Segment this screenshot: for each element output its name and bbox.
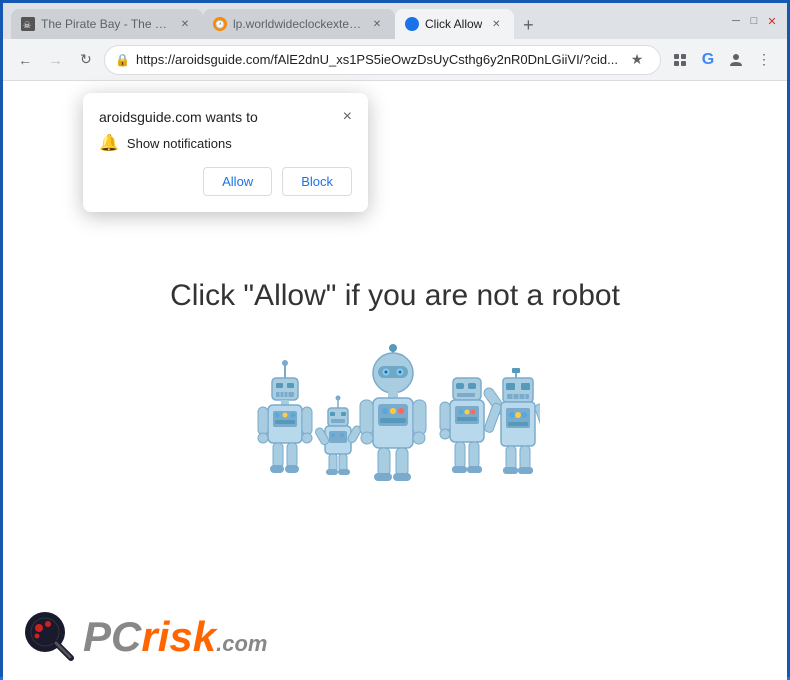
- com-text: .com: [216, 631, 267, 657]
- svg-text:🕐: 🕐: [215, 19, 225, 29]
- tab-title-2: lp.worldwideclockextens...: [233, 17, 363, 31]
- risk-text: risk: [141, 616, 216, 658]
- bookmark-star-icon[interactable]: ★: [624, 47, 650, 73]
- popup-header: aroidsguide.com wants to ×: [99, 109, 352, 125]
- block-button[interactable]: Block: [282, 167, 352, 196]
- allow-button[interactable]: Allow: [203, 167, 272, 196]
- tab-favicon-2: 🕐: [213, 17, 227, 31]
- popup-notification-label: Show notifications: [127, 136, 232, 151]
- minimize-button[interactable]: ─: [729, 14, 743, 28]
- pcrisk-text: PC risk .com: [83, 616, 267, 658]
- back-button[interactable]: ←: [13, 46, 37, 74]
- menu-icon[interactable]: ⋮: [751, 47, 777, 73]
- forward-button[interactable]: →: [43, 46, 67, 74]
- tab-group: ☠ The Pirate Bay - The gal... ✕ 🕐 lp.wor…: [11, 3, 725, 39]
- robots-illustration: [250, 343, 540, 483]
- tab-worldwideclock[interactable]: 🕐 lp.worldwideclockextens... ✕: [203, 9, 395, 39]
- url-text: https://aroidsguide.com/fAlE2dnU_xs1PS5i…: [136, 52, 618, 67]
- tab-close-2[interactable]: ✕: [369, 16, 385, 32]
- popup-close-button[interactable]: ×: [343, 109, 352, 125]
- maximize-button[interactable]: □: [747, 14, 761, 28]
- profile-icon[interactable]: [723, 47, 749, 73]
- address-actions: ★: [624, 47, 650, 73]
- tab-title-1: The Pirate Bay - The gal...: [41, 17, 171, 31]
- page-content: aroidsguide.com wants to × 🔔 Show notifi…: [3, 81, 787, 680]
- pc-text: PC: [83, 616, 141, 658]
- close-window-button[interactable]: ✕: [765, 14, 779, 28]
- main-text: Click "Allow" if you are not a robot: [170, 279, 620, 313]
- tab-close-3[interactable]: ✕: [488, 16, 504, 32]
- tab-title-3: Click Allow: [425, 17, 482, 31]
- pcrisk-icon: [23, 610, 77, 664]
- address-bar: ← → ↻ 🔒 https://aroidsguide.com/fAlE2dnU…: [3, 39, 787, 81]
- notification-popup: aroidsguide.com wants to × 🔔 Show notifi…: [83, 93, 368, 212]
- browser-actions: G ⋮: [667, 47, 777, 73]
- refresh-button[interactable]: ↻: [74, 46, 98, 74]
- new-tab-button[interactable]: +: [514, 11, 542, 39]
- window-controls: ─ □ ✕: [729, 14, 779, 28]
- tab-piratebay[interactable]: ☠ The Pirate Bay - The gal... ✕: [11, 9, 203, 39]
- popup-notification-row: 🔔 Show notifications: [99, 133, 352, 153]
- tab-favicon-3: [405, 17, 419, 31]
- titlebar: ☠ The Pirate Bay - The gal... ✕ 🕐 lp.wor…: [3, 3, 787, 39]
- google-icon[interactable]: G: [695, 47, 721, 73]
- url-bar[interactable]: 🔒 https://aroidsguide.com/fAlE2dnU_xs1PS…: [104, 45, 661, 75]
- bell-icon: 🔔: [99, 133, 119, 153]
- popup-buttons: Allow Block: [99, 167, 352, 196]
- tab-clickallow[interactable]: Click Allow ✕: [395, 9, 514, 39]
- pcrisk-logo: PC risk .com: [23, 610, 267, 664]
- popup-title: aroidsguide.com wants to: [99, 109, 258, 125]
- svg-text:☠: ☠: [23, 20, 31, 30]
- tab-favicon-1: ☠: [21, 17, 35, 31]
- extensions-icon[interactable]: [667, 47, 693, 73]
- lock-icon: 🔒: [115, 53, 130, 67]
- tab-close-1[interactable]: ✕: [177, 16, 193, 32]
